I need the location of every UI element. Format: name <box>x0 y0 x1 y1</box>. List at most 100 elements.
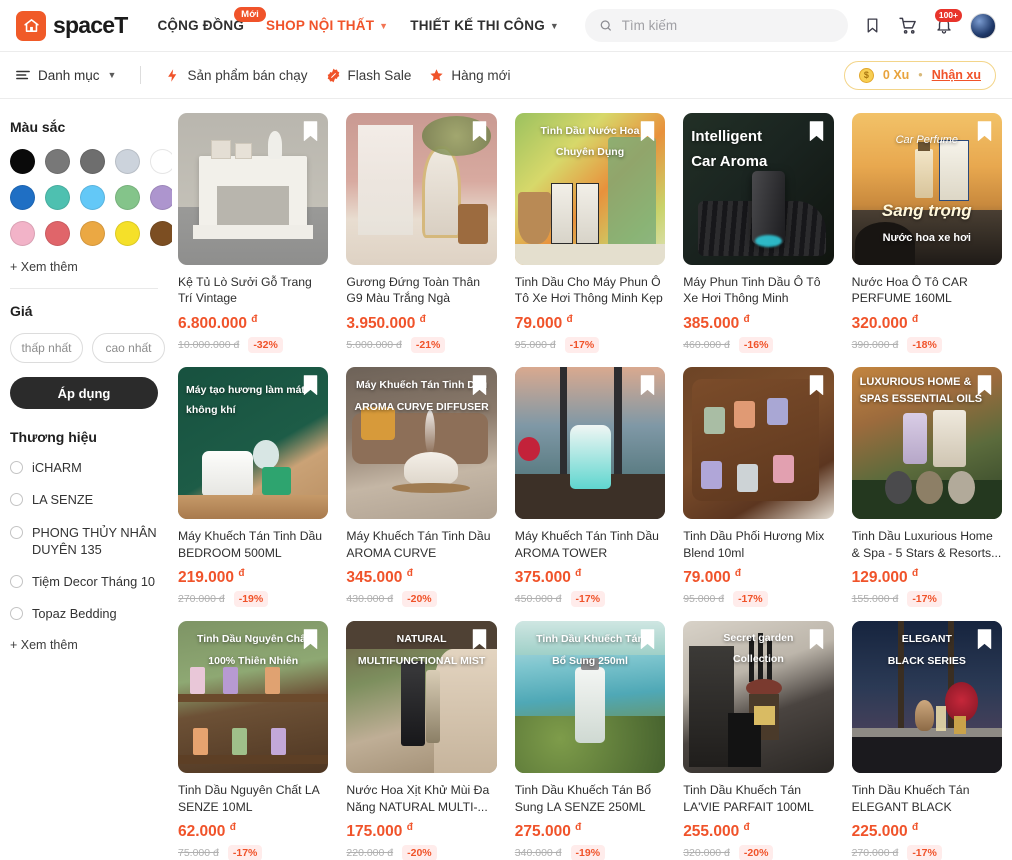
product-card[interactable]: Car Perfume Sang trọng Nước hoa xe hơi Nướ… <box>851 113 1002 354</box>
product-image[interactable] <box>346 113 497 265</box>
bookmark-icon[interactable] <box>471 629 488 650</box>
product-image[interactable]: Intelligent Car Aroma <box>683 113 834 265</box>
search-input[interactable] <box>621 18 834 33</box>
color-swatch[interactable] <box>45 221 70 246</box>
product-image[interactable] <box>178 113 329 265</box>
nav-item-community[interactable]: CỘNG ĐỒNG Mới <box>157 7 267 33</box>
product-image[interactable]: Máy Khuếch Tán Tinh Dầu AROMA CURVE DIFFU… <box>346 367 497 520</box>
brand-filter-row[interactable]: Tiệm Decor Tháng 10 <box>10 573 158 590</box>
product-card[interactable]: Intelligent Car Aroma Máy Phun Tinh Dầu Ô… <box>683 113 834 354</box>
price-max-input[interactable] <box>92 333 165 363</box>
brand-radio[interactable] <box>10 575 23 589</box>
product-card[interactable]: Gương Đứng Toàn Thân G9 Màu Trắng Ngà 3.… <box>346 113 497 354</box>
color-swatch[interactable] <box>80 221 105 246</box>
bookmark-icon[interactable] <box>302 629 319 650</box>
product-image[interactable]: ELEGANT BLACK SERIES <box>851 621 1002 774</box>
color-swatch[interactable] <box>80 185 105 210</box>
brand-see-more[interactable]: + Xem thêm <box>10 638 158 652</box>
product-image[interactable]: NATURAL MULTIFUNCTIONAL MIST <box>346 621 497 774</box>
color-swatch[interactable] <box>10 185 35 210</box>
nav-item-design[interactable]: THIẾT KẾ THI CÔNG ▼ <box>410 18 559 33</box>
color-swatch[interactable] <box>150 221 172 246</box>
cart-icon[interactable] <box>898 16 918 35</box>
bookmark-icon[interactable] <box>302 375 319 396</box>
product-card[interactable]: NATURAL MULTIFUNCTIONAL MIST Nước Hoa Xịt… <box>346 621 497 860</box>
product-discount-badge: -32% <box>248 337 283 354</box>
search-bar[interactable] <box>585 9 848 42</box>
price-min-input[interactable] <box>10 333 83 363</box>
product-card[interactable]: Tinh Dầu Nguyên Chất 100% Thiên Nhiên Tin… <box>178 621 329 860</box>
image-caption: Chuyên Dụng <box>555 146 625 159</box>
color-swatch[interactable] <box>150 185 172 210</box>
subnav-item-flashsale[interactable]: Flash Sale <box>326 68 411 83</box>
bookmark-icon[interactable] <box>976 629 993 650</box>
bookmark-icon[interactable] <box>639 375 656 396</box>
product-card[interactable]: Tinh Dầu Nước Hoa Chuyên Dụng Tinh Dầu Ch… <box>514 113 666 354</box>
lightning-icon <box>168 68 177 82</box>
product-price: 345.000 đ <box>346 568 413 587</box>
product-discount-badge: -17% <box>564 337 600 354</box>
color-swatch[interactable] <box>115 149 140 174</box>
bookmark-icon[interactable] <box>808 121 825 142</box>
bookmark-icon[interactable] <box>808 629 825 650</box>
product-price-row: 155.000 đ -17% <box>852 591 1002 608</box>
color-see-more[interactable]: + Xem thêm <box>10 260 158 274</box>
product-image[interactable]: Secret garden Collection <box>683 621 834 774</box>
sub-navigation: Danh mục ▼ Sản phẩm bán chạy Flash Sale … <box>0 52 1012 99</box>
color-swatch[interactable] <box>150 149 172 174</box>
subnav-item-new[interactable]: Hàng mới <box>429 68 510 83</box>
chevron-down-icon: ▼ <box>107 70 117 80</box>
product-card[interactable]: Tinh Dầu Phối Hương Mix Blend 10ml 79.00… <box>683 367 834 608</box>
product-image[interactable]: LUXURIOUS HOME & SPAS ESSENTIAL OILS <box>851 367 1002 520</box>
subnav-item-bestseller[interactable]: Sản phẩm bán chạy <box>165 68 308 83</box>
color-swatch[interactable] <box>10 149 35 174</box>
color-swatch[interactable] <box>45 185 70 210</box>
logo[interactable]: spaceT <box>16 10 128 41</box>
bookmark-icon[interactable] <box>471 375 488 396</box>
nav-item-shop[interactable]: SHOP NỘI THẤT ▼ <box>266 18 388 33</box>
product-image[interactable] <box>683 367 834 520</box>
product-card[interactable]: Kệ Tủ Lò Sưởi Gỗ Trang Trí Vintage 6.800… <box>178 113 329 354</box>
apply-filter-button[interactable]: Áp dụng <box>10 377 158 409</box>
product-card[interactable]: Máy tạo hương làm mát không khí Máy Khuếc… <box>178 367 329 608</box>
bookmark-icon[interactable] <box>639 121 656 142</box>
category-button[interactable]: Danh mục ▼ <box>16 68 116 83</box>
brand-filter-row[interactable]: PHONG THỦY NHÂN DUYÊN 135 <box>10 524 158 559</box>
bell-icon[interactable]: 100+ <box>934 9 962 35</box>
coin-balance-pill[interactable]: $ 0 Xu • Nhận xu <box>843 60 996 90</box>
brand-radio[interactable] <box>10 525 23 539</box>
color-swatch[interactable] <box>45 149 70 174</box>
product-image[interactable]: Máy tạo hương làm mát không khí <box>178 367 329 520</box>
bookmark-icon[interactable] <box>976 121 993 142</box>
product-card[interactable]: Secret garden Collection Tinh Dầu Khuếch … <box>683 621 834 860</box>
color-swatch[interactable] <box>115 221 140 246</box>
product-card[interactable]: Máy Khuếch Tán Tinh Dầu AROMA CURVE DIFFU… <box>346 367 497 608</box>
bookmark-icon[interactable] <box>808 375 825 396</box>
product-image[interactable]: Tinh Dầu Khuếch Tán Bổ Sung 250ml <box>514 621 666 774</box>
brand-radio[interactable] <box>10 607 23 621</box>
color-swatch[interactable] <box>10 221 35 246</box>
bookmark-icon[interactable] <box>471 121 488 142</box>
product-card[interactable]: LUXURIOUS HOME & SPAS ESSENTIAL OILS Tinh… <box>851 367 1002 608</box>
image-caption: MULTIFUNCTIONAL MIST <box>357 654 486 667</box>
product-image[interactable]: Tinh Dầu Nguyên Chất 100% Thiên Nhiên <box>178 621 329 774</box>
brand-radio[interactable] <box>10 493 23 507</box>
brand-filter-row[interactable]: LA SENZE <box>10 491 158 508</box>
product-card[interactable]: Máy Khuếch Tán Tinh Dầu AROMA TOWER DIFF… <box>514 367 666 608</box>
bookmark-icon[interactable] <box>864 16 881 35</box>
bookmark-icon[interactable] <box>302 121 319 142</box>
brand-radio[interactable] <box>10 461 23 474</box>
claim-coin-link[interactable]: Nhận xu <box>932 68 981 82</box>
product-image[interactable]: Car Perfume Sang trọng Nước hoa xe hơi <box>851 113 1002 265</box>
color-swatch[interactable] <box>115 185 140 210</box>
brand-filter-row[interactable]: Topaz Bedding <box>10 605 158 622</box>
product-image[interactable]: Tinh Dầu Nước Hoa Chuyên Dụng <box>514 113 666 265</box>
bookmark-icon[interactable] <box>639 629 656 650</box>
bookmark-icon[interactable] <box>976 375 993 396</box>
brand-filter-row[interactable]: iCHARM <box>10 459 158 476</box>
color-swatch[interactable] <box>80 149 105 174</box>
product-card[interactable]: Tinh Dầu Khuếch Tán Bổ Sung 250ml Tinh Dầ… <box>514 621 666 860</box>
user-avatar[interactable] <box>970 12 996 39</box>
product-image[interactable] <box>514 367 666 520</box>
product-card[interactable]: ELEGANT BLACK SERIES Tinh Dầu Khuếch Tán … <box>851 621 1002 860</box>
